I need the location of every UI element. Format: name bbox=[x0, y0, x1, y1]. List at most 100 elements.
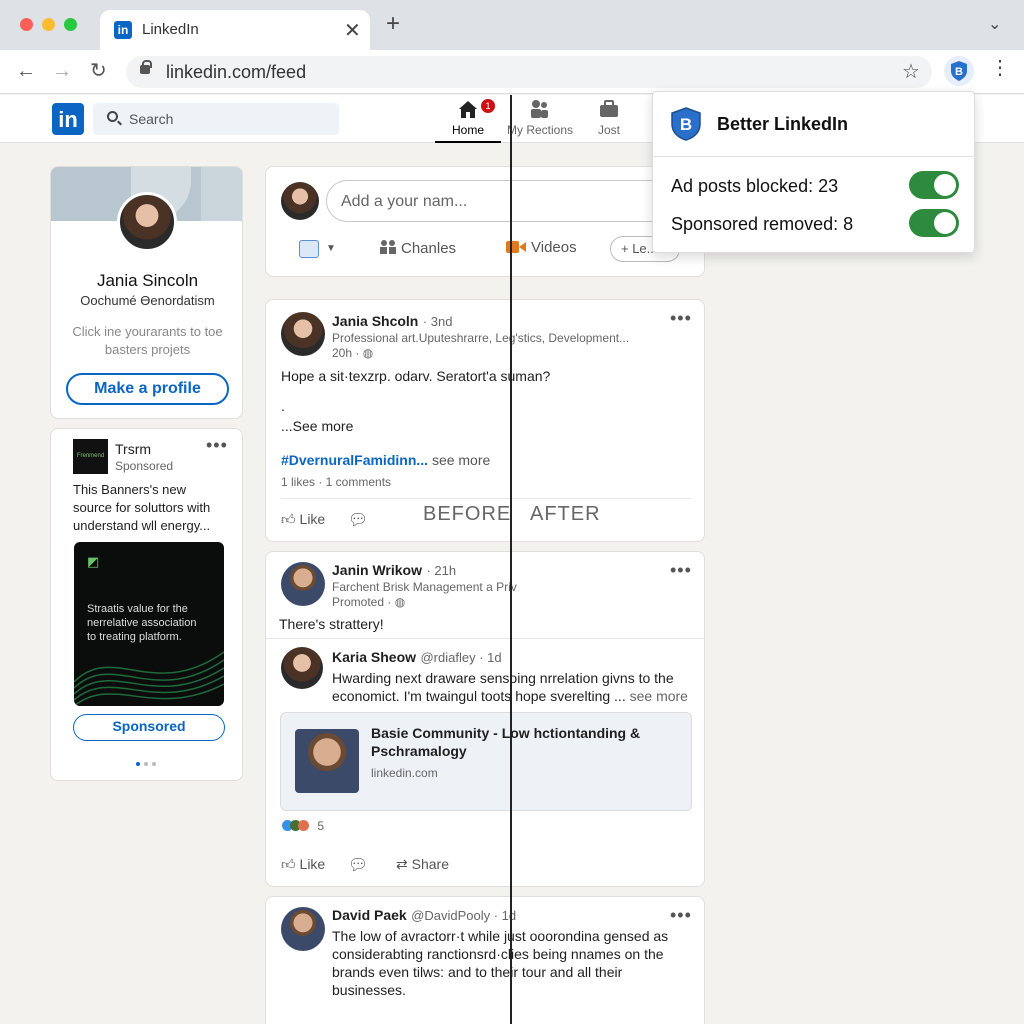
promoted-text: Promoted · bbox=[332, 595, 392, 609]
reaction-count: 5 bbox=[317, 819, 325, 833]
search-box[interactable]: Search bbox=[93, 103, 339, 135]
new-tab-button[interactable]: + bbox=[386, 12, 400, 36]
post-options-button[interactable]: ••• bbox=[670, 308, 692, 329]
before-after-divider[interactable] bbox=[510, 95, 512, 1024]
lock-icon bbox=[140, 60, 152, 74]
feed-post: David Paek @DavidPooly · 1d ••• The low … bbox=[265, 896, 705, 1024]
link-preview[interactable]: Basie Community - Low hctiontanding & Ps… bbox=[280, 712, 692, 811]
carousel-dot-active[interactable] bbox=[136, 762, 140, 766]
ad-image[interactable]: ◩ Straatis value for the nerrelative ass… bbox=[74, 542, 224, 706]
post-author-avatar[interactable] bbox=[281, 907, 325, 951]
nav-my-network-label: My Rections bbox=[506, 123, 574, 137]
hashtag-see-more-link[interactable]: see more bbox=[432, 452, 490, 468]
composer-action-videos-label: Videos bbox=[531, 239, 577, 256]
share-icon: ⇄ bbox=[396, 856, 408, 872]
advertiser-logo[interactable]: Frenmend bbox=[73, 439, 108, 474]
shared-author-name[interactable]: Karia Sheow bbox=[332, 649, 416, 665]
url-text[interactable]: linkedin.com/feed bbox=[166, 62, 306, 83]
shared-author-avatar[interactable] bbox=[281, 647, 323, 689]
ad-image-text-line3: to treating platform. bbox=[87, 631, 182, 643]
popup-shield-letter: B bbox=[680, 115, 692, 134]
composer-avatar[interactable] bbox=[281, 182, 319, 220]
post-author-name[interactable]: David Paek bbox=[332, 907, 407, 923]
carousel-dot[interactable] bbox=[144, 762, 148, 766]
shared-text-line1: Hwarding next draware sensoing nrrelatio… bbox=[332, 670, 674, 686]
make-profile-button[interactable]: Make a profile bbox=[66, 373, 229, 405]
ad-text-line2: source for soluttors with bbox=[73, 500, 211, 515]
post-stats[interactable]: 1 likes · 1 comments bbox=[281, 475, 391, 489]
share-button[interactable]: ⇄ Share bbox=[396, 856, 449, 873]
sponsored-ad-card: Frenmend Trsrm Sponsored ••• This Banner… bbox=[50, 428, 243, 781]
linkedin-logo[interactable]: in bbox=[52, 103, 84, 135]
advertiser-name[interactable]: Trsrm bbox=[115, 441, 151, 457]
browser-menu-button[interactable]: ⋮ bbox=[990, 58, 1010, 78]
like-label: Like bbox=[299, 856, 326, 872]
people-icon bbox=[531, 100, 548, 118]
forward-button[interactable]: → bbox=[52, 60, 72, 82]
post-author-name[interactable]: Janin Wrikow bbox=[332, 562, 422, 578]
search-icon bbox=[107, 111, 118, 122]
ad-blocking-toggle[interactable] bbox=[909, 171, 959, 199]
composer-action-channels[interactable]: Chanles bbox=[379, 239, 456, 257]
minimize-window-button[interactable] bbox=[42, 18, 55, 31]
post-text-line2: considerabting ranctionsrd·clies being n… bbox=[332, 946, 664, 962]
nav-my-network[interactable]: My Rections bbox=[500, 99, 580, 137]
like-button[interactable]: 👍︎ Like bbox=[281, 511, 325, 528]
maximize-window-button[interactable] bbox=[64, 18, 77, 31]
linkedin-favicon-icon: in bbox=[114, 21, 132, 39]
comment-icon[interactable]: 💬︎ bbox=[348, 855, 368, 875]
back-button[interactable]: ← bbox=[16, 60, 36, 82]
tab-title: LinkedIn bbox=[142, 21, 199, 38]
feed-post-promoted: Janin Wrikow · 21h Farchent Brisk Manage… bbox=[265, 551, 705, 887]
shared-text-line2: economict. I'm twaingul toots hope svere… bbox=[332, 688, 626, 704]
see-more-link[interactable]: ...See more bbox=[281, 417, 353, 436]
group-icon bbox=[380, 240, 396, 254]
better-linkedin-extension-button[interactable]: B bbox=[944, 56, 974, 86]
browser-tab[interactable]: in LinkedIn ✕ bbox=[100, 10, 370, 50]
post-author-handle: @DavidPooly · 1d bbox=[411, 908, 517, 923]
post-author-avatar[interactable] bbox=[281, 312, 325, 356]
post-hashtag-line: #DvernuralFamidinn... see more bbox=[281, 451, 490, 470]
ad-options-button[interactable]: ••• bbox=[206, 435, 228, 456]
post-author-degree: · 21h bbox=[426, 563, 457, 578]
shared-see-more-link[interactable]: see more bbox=[630, 688, 688, 704]
post-author-avatar[interactable] bbox=[281, 562, 325, 606]
link-preview-image bbox=[295, 729, 359, 793]
ad-image-mark-icon: ◩ bbox=[87, 554, 100, 569]
close-window-button[interactable] bbox=[20, 18, 33, 31]
profile-headline: Oochumé Өenordatism bbox=[80, 293, 215, 308]
start-post-placeholder: Add a your nam... bbox=[341, 193, 468, 210]
profile-name[interactable]: Jania Sincoln bbox=[51, 271, 242, 291]
nav-jobs[interactable]: Jost bbox=[569, 99, 649, 137]
post-author-name[interactable]: Jania Shcoln bbox=[332, 313, 418, 329]
home-icon bbox=[459, 101, 477, 118]
post-options-button[interactable]: ••• bbox=[670, 905, 692, 926]
chevron-down-icon[interactable]: ▼ bbox=[326, 243, 336, 254]
carousel-dot[interactable] bbox=[152, 762, 156, 766]
like-button[interactable]: 👍︎ Like bbox=[281, 856, 325, 873]
shared-author-line: Karia Sheow @rdiafley · 1d bbox=[332, 649, 502, 667]
profile-avatar[interactable] bbox=[117, 192, 177, 252]
post-author-line: Jania Shcoln · 3nd bbox=[332, 313, 452, 331]
post-hashtag[interactable]: #DvernuralFamidinn... bbox=[281, 452, 428, 468]
photo-icon[interactable] bbox=[299, 240, 319, 258]
post-options-button[interactable]: ••• bbox=[670, 560, 692, 581]
reaction-summary[interactable]: 5 bbox=[282, 819, 324, 833]
reload-button[interactable]: ↻ bbox=[90, 60, 107, 82]
bookmark-star-icon[interactable]: ☆ bbox=[902, 59, 920, 84]
composer-action-videos[interactable]: Videos bbox=[506, 239, 577, 256]
post-time-text: 20h · bbox=[332, 346, 360, 360]
tab-close-button[interactable]: ✕ bbox=[344, 18, 361, 43]
nav-home[interactable]: 1 Home bbox=[435, 99, 501, 143]
ad-sponsored-button[interactable]: Sponsored bbox=[73, 714, 225, 741]
search-input[interactable]: Search bbox=[129, 111, 173, 127]
address-bar[interactable]: linkedin.com/feed ☆ bbox=[126, 56, 932, 88]
link-preview-title-line1: Basie Community - Low hctiontanding & bbox=[371, 725, 641, 741]
tab-list-button[interactable]: ⌄ bbox=[988, 14, 1001, 34]
ad-posts-blocked-label: Ad posts blocked: 23 bbox=[671, 176, 839, 196]
briefcase-icon bbox=[600, 100, 618, 117]
sponsored-removal-toggle[interactable] bbox=[909, 209, 959, 237]
before-label: BEFORE bbox=[423, 503, 512, 525]
comment-icon[interactable]: 💬︎ bbox=[348, 510, 368, 530]
post-text: There's strattery! bbox=[279, 616, 384, 632]
